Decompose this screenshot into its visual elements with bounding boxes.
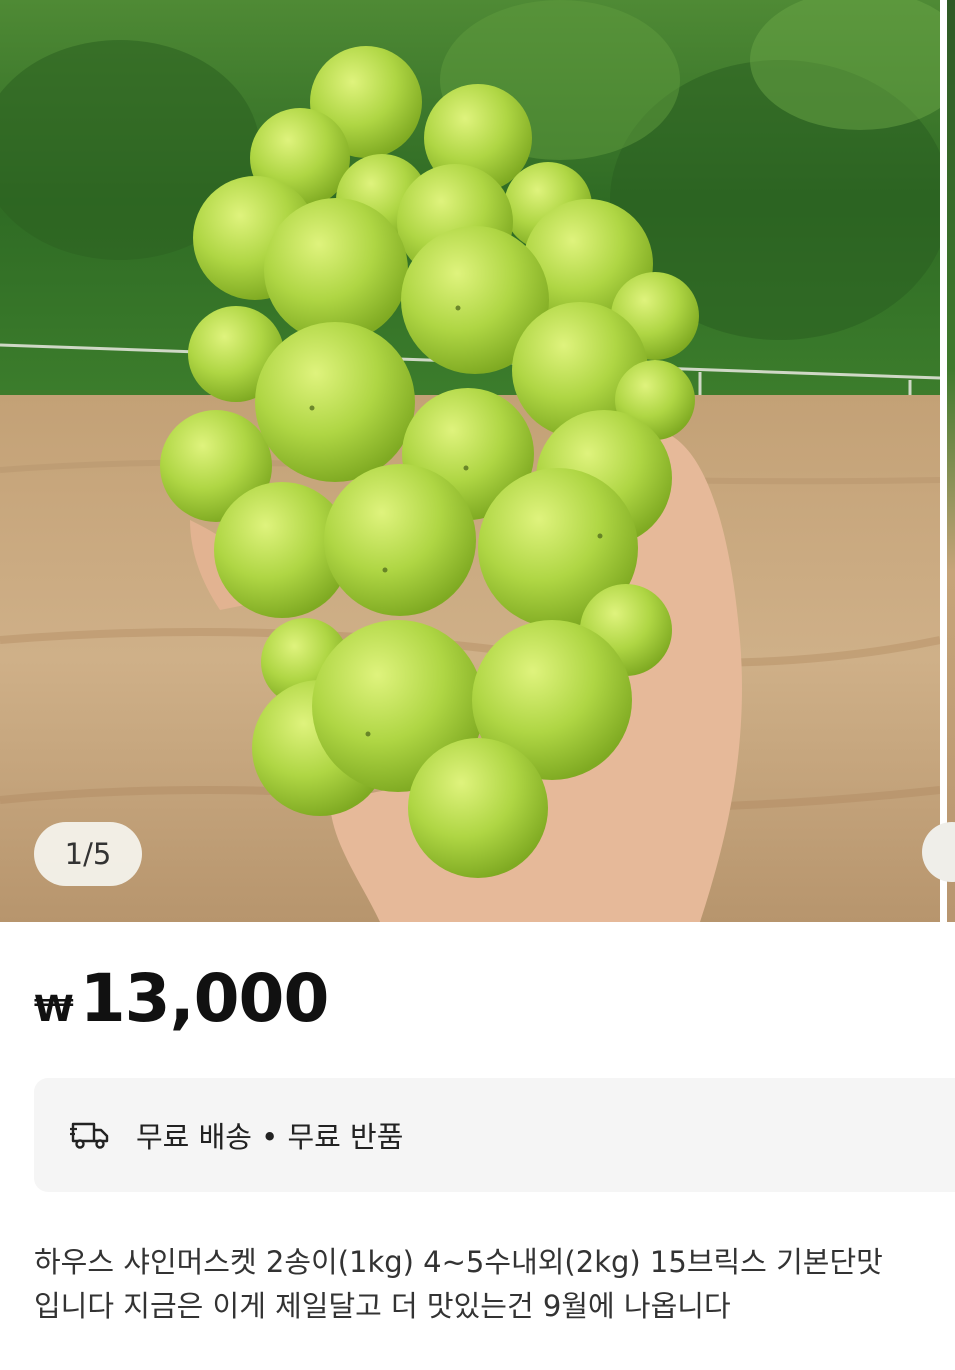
price-amount: 13,000: [79, 960, 330, 1037]
description-line-1: 하우스 샤인머스켓 2송이(1kg) 4~5수내외(2kg) 15브릭스 기본단…: [34, 1245, 883, 1279]
shipping-info-box[interactable]: 무료 배송 • 무료 반품: [34, 1078, 955, 1192]
product-description: 하우스 샤인머스켓 2송이(1kg) 4~5수내외(2kg) 15브릭스 기본단…: [34, 1240, 955, 1328]
shipping-text: 무료 배송 • 무료 반품: [136, 1120, 404, 1154]
price: ₩ 13,000: [34, 960, 330, 1040]
description-line-2: 입니다 지금은 이게 제일달고 더 맛있는건 9월에 나옵니다: [34, 1289, 731, 1323]
image-carousel[interactable]: 1/5: [0, 0, 955, 922]
image-counter: 1/5: [34, 822, 142, 886]
next-slide-peek[interactable]: [947, 0, 955, 922]
truck-icon: [70, 1122, 109, 1149]
currency-symbol: ₩: [34, 989, 74, 1030]
product-photo[interactable]: [0, 0, 940, 922]
product-page: 1/5 ₩ 13,000 무료 배송 • 무료 반품 하우스 샤인머스켓 2송이…: [0, 0, 955, 1370]
